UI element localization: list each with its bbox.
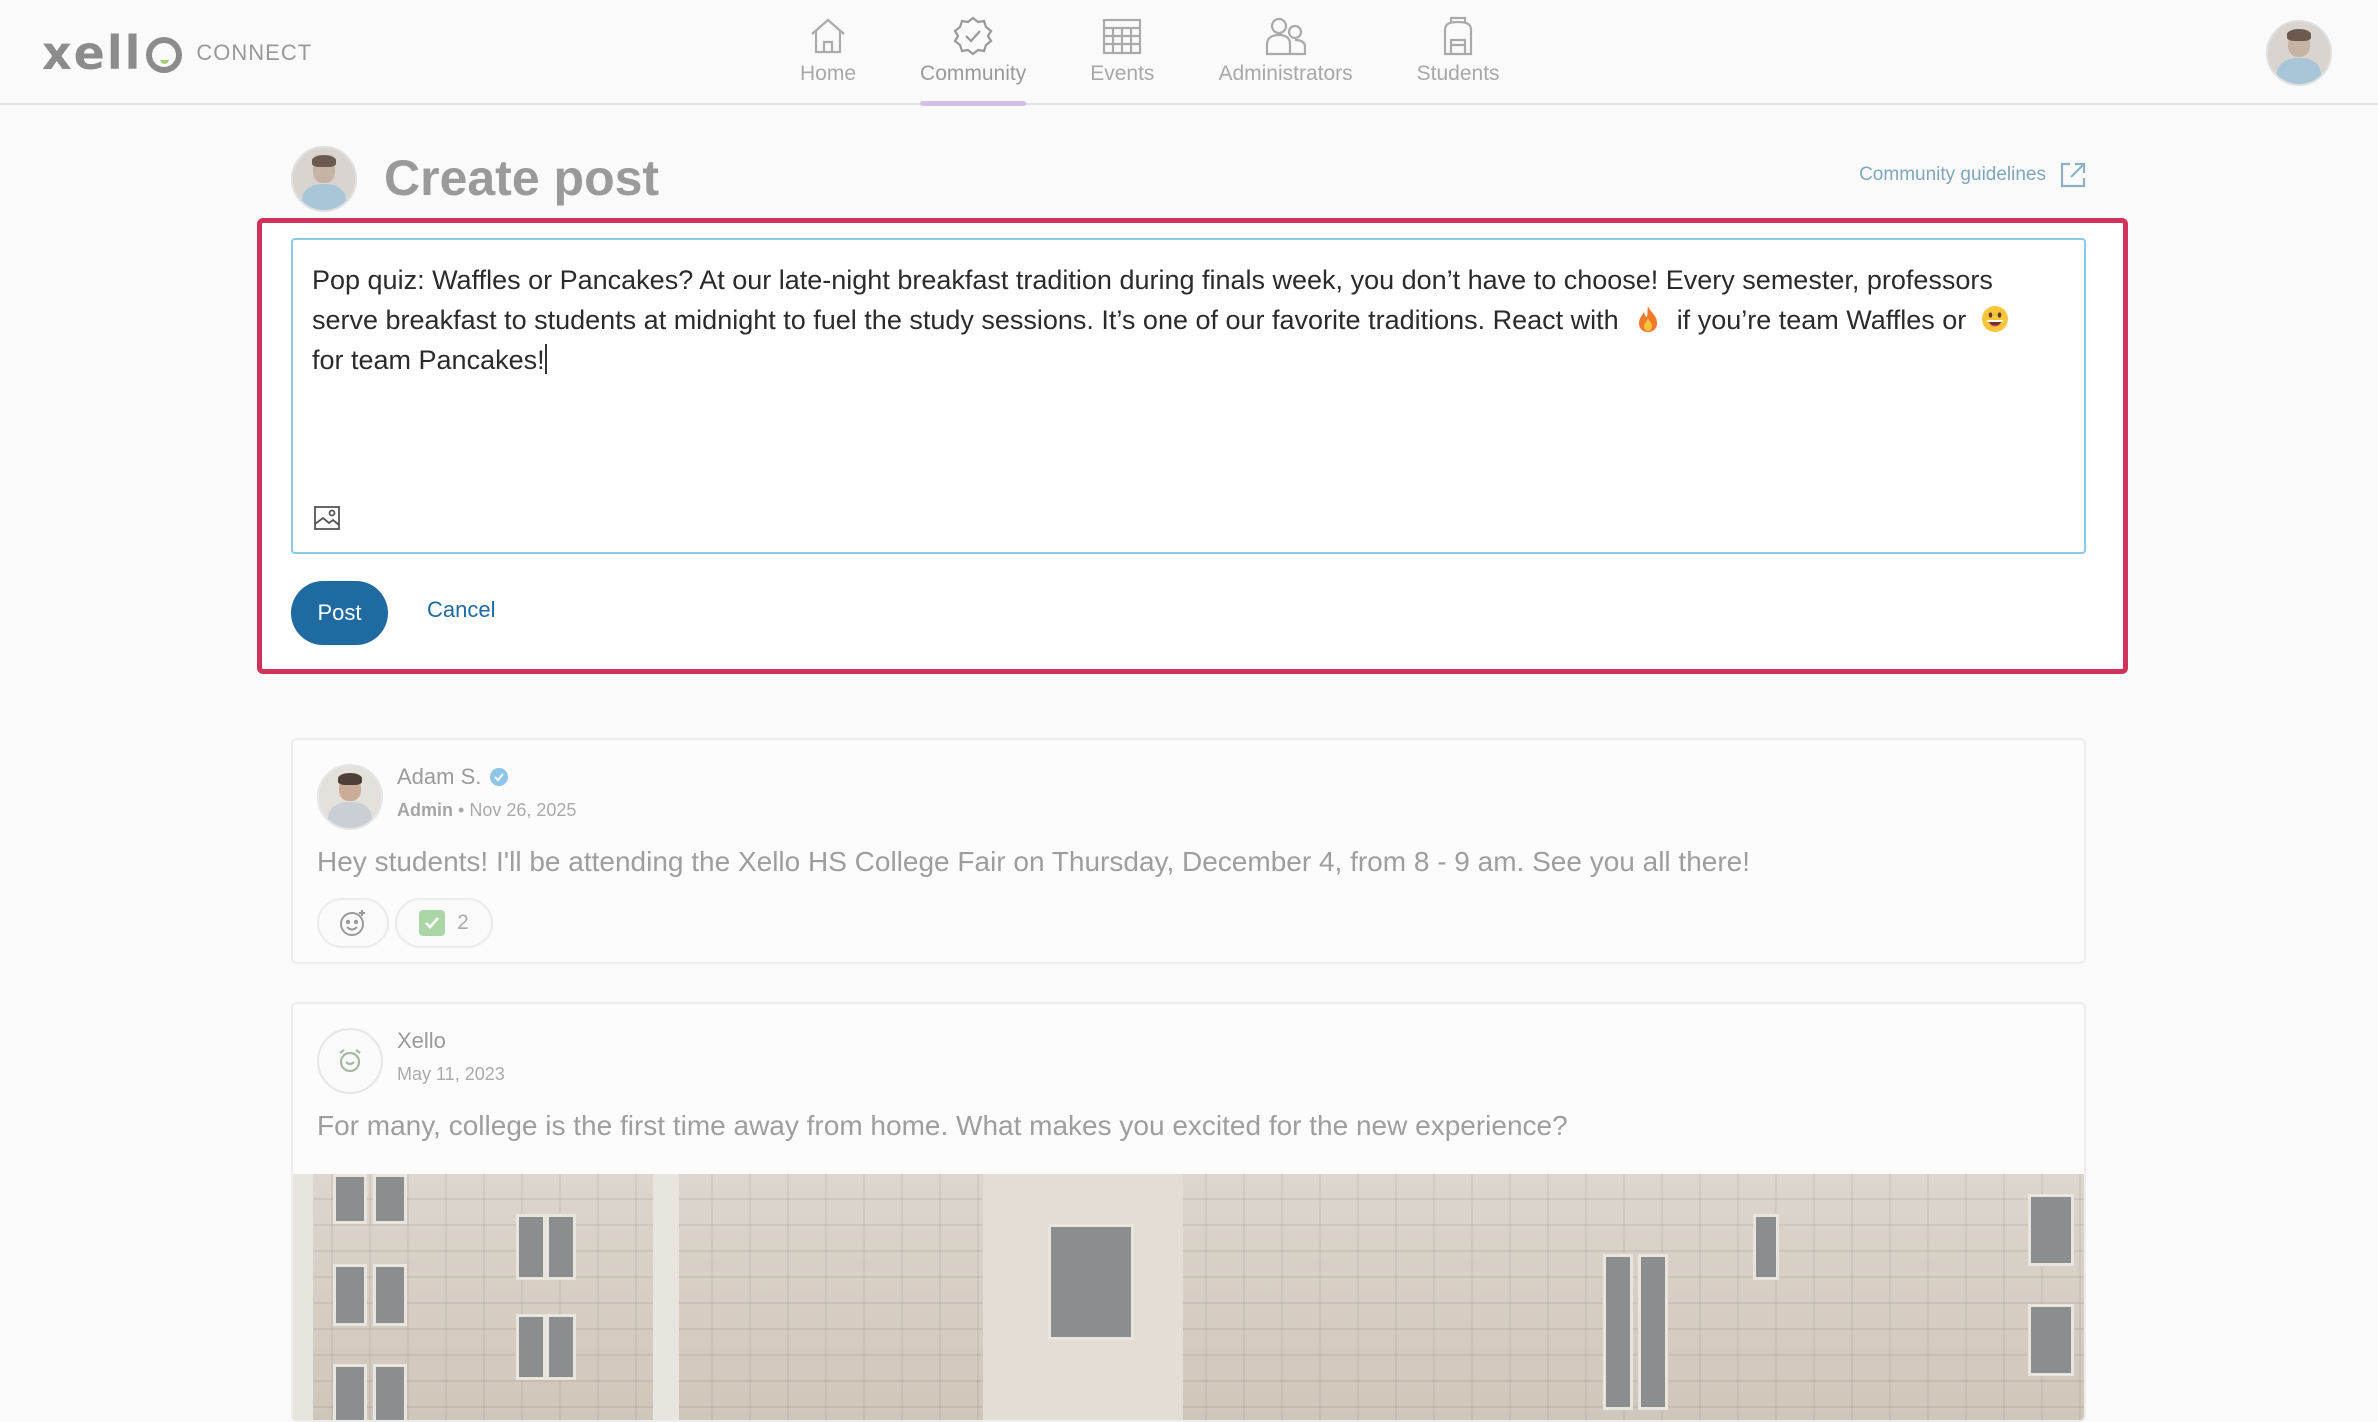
logo-smile-o bbox=[146, 37, 183, 73]
nav-administrators[interactable]: Administrators bbox=[1218, 0, 1353, 105]
calendar-icon bbox=[1103, 18, 1142, 55]
nav-community[interactable]: Community bbox=[920, 0, 1027, 106]
xello-alarm-icon bbox=[339, 1049, 361, 1073]
nav-events[interactable]: Events bbox=[1090, 0, 1154, 105]
main-nav: Home Community Events Administrators Stu… bbox=[800, 0, 1500, 106]
nav-label: Administrators bbox=[1218, 62, 1353, 85]
page-title: Create post bbox=[384, 150, 660, 206]
community-guidelines-link[interactable]: Community guidelines bbox=[1859, 160, 2088, 190]
guidelines-label: Community guidelines bbox=[1859, 164, 2046, 185]
reactions-bar: 2 bbox=[317, 898, 499, 948]
community-badge-icon bbox=[953, 16, 993, 56]
grinning-face-emoji-icon bbox=[1982, 306, 2009, 332]
post-button[interactable]: Post bbox=[291, 581, 388, 645]
author-role: Admin bbox=[397, 800, 453, 820]
check-emoji-icon bbox=[419, 910, 446, 936]
author-name[interactable]: Xello bbox=[397, 1028, 446, 1054]
post-meta: May 11, 2023 bbox=[397, 1064, 505, 1085]
nav-label: Community bbox=[920, 62, 1027, 85]
nav-home[interactable]: Home bbox=[800, 0, 856, 105]
nav-students[interactable]: Students bbox=[1417, 0, 1500, 105]
post-text-part-2: if you’re team Waffles or bbox=[1676, 305, 1967, 335]
external-link-icon bbox=[2060, 162, 2086, 188]
logo-subtitle: CONNECT bbox=[196, 40, 313, 65]
composer-avatar bbox=[291, 146, 357, 212]
author-avatar[interactable] bbox=[317, 1028, 383, 1094]
logo-wordmark: xell bbox=[42, 26, 143, 80]
cancel-button[interactable]: Cancel bbox=[427, 597, 495, 623]
nav-label: Events bbox=[1090, 62, 1155, 85]
text-caret bbox=[544, 344, 547, 374]
top-navigation-bar: xell CONNECT Home Community Events Admin… bbox=[0, 0, 2378, 106]
home-icon bbox=[811, 18, 845, 54]
nav-label: Students bbox=[1416, 62, 1500, 85]
post-date: May 11, 2023 bbox=[397, 1064, 505, 1084]
post-body: For many, college is the first time away… bbox=[317, 1110, 1568, 1141]
add-emoji-icon bbox=[340, 910, 365, 936]
post-meta: Admin • Nov 26, 2025 bbox=[397, 800, 576, 821]
people-icon bbox=[1265, 17, 1306, 56]
author-avatar[interactable] bbox=[317, 764, 383, 830]
add-image-icon[interactable] bbox=[313, 504, 341, 532]
post-author: Adam S. bbox=[397, 764, 509, 790]
post-author: Xello bbox=[397, 1028, 446, 1054]
nav-label: Home bbox=[800, 62, 857, 85]
xello-connect-logo[interactable]: xell CONNECT bbox=[42, 26, 313, 80]
backpack-icon bbox=[1443, 16, 1473, 56]
reaction-count: 2 bbox=[457, 911, 469, 934]
feed-post-card: Adam S. Admin • Nov 26, 2025 Hey student… bbox=[291, 738, 2086, 964]
add-reaction-button[interactable] bbox=[317, 898, 389, 948]
post-text-editor[interactable]: Pop quiz: Waffles or Pancakes? At our la… bbox=[291, 238, 2086, 554]
checkmark-reaction-button[interactable]: 2 bbox=[395, 898, 493, 948]
verified-badge-icon bbox=[490, 768, 509, 786]
meta-separator: • bbox=[458, 800, 465, 820]
author-name[interactable]: Adam S. bbox=[397, 764, 481, 790]
fire-emoji-icon bbox=[1638, 306, 1657, 332]
post-date: Nov 26, 2025 bbox=[469, 800, 577, 820]
post-body: Hey students! I'll be attending the Xell… bbox=[317, 846, 1751, 877]
feed-post-card: Xello May 11, 2023 For many, college is … bbox=[291, 1002, 2086, 1422]
post-text-content[interactable]: Pop quiz: Waffles or Pancakes? At our la… bbox=[312, 260, 2054, 380]
post-text-part-3: for team Pancakes! bbox=[312, 345, 545, 375]
post-image[interactable] bbox=[293, 1174, 2084, 1420]
user-avatar[interactable] bbox=[2266, 20, 2332, 86]
